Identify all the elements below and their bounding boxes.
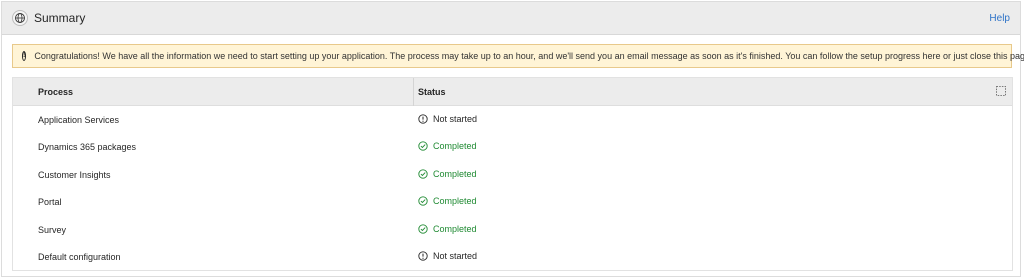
process-name: Survey: [38, 224, 67, 235]
table-row[interactable]: Survey Completed: [13, 217, 1012, 244]
column-divider[interactable]: [413, 78, 414, 106]
status-text: Completed: [433, 223, 477, 234]
table-row[interactable]: Default configuration Not started: [13, 244, 1012, 271]
status-text: Completed: [433, 141, 477, 152]
status-cell: Not started: [418, 251, 477, 261]
status-cell: Not started: [418, 114, 477, 124]
info-circle-icon: [418, 114, 428, 124]
status-text: Not started: [433, 114, 478, 124]
help-link[interactable]: Help: [989, 13, 1010, 24]
check-circle-icon: [418, 169, 428, 179]
globe-icon: [12, 10, 28, 26]
table-row[interactable]: Customer Insights Completed: [13, 162, 1012, 189]
status-cell: Completed: [418, 141, 477, 151]
process-name: Portal: [38, 197, 62, 208]
table-header: Process Status: [13, 78, 1012, 106]
page-title: Summary: [34, 11, 86, 25]
status-cell: Completed: [418, 169, 477, 179]
status-cell: Completed: [418, 224, 477, 234]
panel-header: Summary Help: [2, 2, 1020, 35]
check-circle-icon: [418, 223, 428, 234]
process-name: Dynamics 365 packages: [38, 142, 137, 153]
table-row[interactable]: Dynamics 365 packages Completed: [13, 134, 1012, 161]
status-cell: Completed: [418, 196, 477, 206]
process-status-table: Process Status Application Services Not s…: [12, 77, 1013, 271]
table-row[interactable]: Application Services Not started: [13, 107, 1012, 134]
info-icon: !: [22, 51, 27, 61]
status-text: Completed: [433, 196, 477, 207]
summary-panel: Summary Help ! Congratulations! We have …: [1, 1, 1024, 277]
process-name: Customer Insights: [38, 169, 111, 180]
table-row[interactable]: Portal Completed: [13, 189, 1012, 216]
grid-settings-icon[interactable]: [996, 86, 1006, 96]
column-header-status[interactable]: Status: [418, 87, 446, 97]
status-text: Completed: [433, 168, 477, 179]
congratulations-banner: ! Congratulations! We have all the infor…: [12, 44, 1024, 68]
check-circle-icon: [418, 141, 428, 152]
process-name: Application Services: [38, 115, 120, 125]
check-circle-icon: [418, 196, 428, 206]
process-name: Default configuration: [38, 252, 121, 262]
column-header-process[interactable]: Process: [38, 87, 73, 97]
banner-message: Congratulations! We have all the informa…: [34, 51, 1024, 61]
info-circle-icon: [418, 251, 428, 261]
status-text: Not started: [433, 251, 478, 261]
